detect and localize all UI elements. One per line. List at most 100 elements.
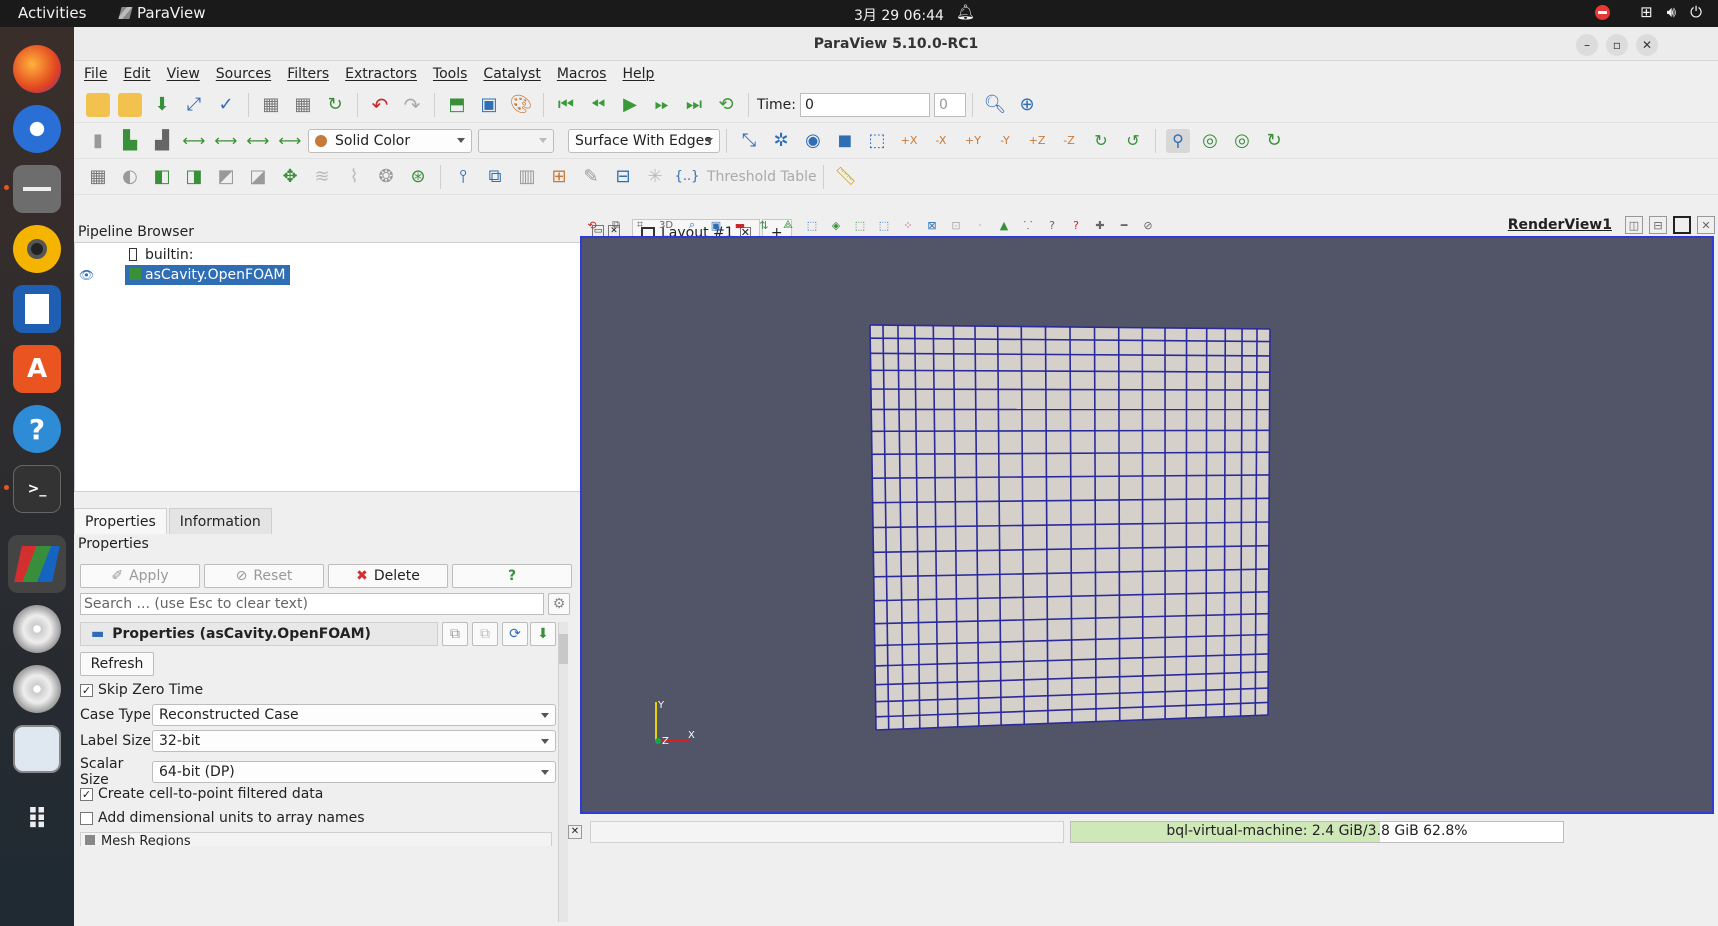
menu-file[interactable]: File (84, 66, 107, 82)
python-calculator-icon[interactable]: ⊟ (611, 165, 635, 189)
pipeline-item-ascavity[interactable]: asCavity.OpenFOAM (125, 265, 290, 285)
find-data-icon[interactable]: ⬒ (445, 93, 469, 117)
recent-files-icon[interactable] (118, 92, 142, 117)
open-icon[interactable] (86, 92, 110, 117)
menu-sources[interactable]: Sources (216, 66, 271, 82)
refresh-button[interactable]: Refresh (80, 652, 154, 676)
hover-cells-icon[interactable]: ⊠ (923, 216, 941, 234)
disc-icon[interactable] (13, 665, 61, 713)
redo-icon[interactable]: ↷ (400, 93, 424, 117)
do-not-disturb-icon[interactable] (1595, 4, 1611, 20)
plus-icon[interactable]: ✚ (1091, 216, 1109, 234)
last-frame-icon[interactable]: ⏭ (682, 93, 706, 117)
timestep-spinbox[interactable]: 0 (933, 92, 966, 117)
checkbox-unchecked[interactable] (80, 811, 93, 825)
component-select[interactable] (478, 128, 554, 153)
split-view-icon[interactable]: ⧉ (607, 216, 625, 234)
copy-icon[interactable]: ⧉ (442, 622, 468, 646)
coloring-select[interactable]: Solid Color (308, 128, 472, 153)
scrollbar-thumb[interactable] (559, 634, 568, 664)
plot-selection-icon[interactable]: ⊞ (547, 165, 571, 189)
plot-over-line-icon[interactable]: ⧉ (483, 165, 507, 189)
select-blocks-icon[interactable]: ◈ (827, 216, 845, 234)
scalar-size-select[interactable]: 64-bit (DP) (152, 761, 556, 783)
interactive-select-cells-icon[interactable]: ⬚ (851, 216, 869, 234)
rescale-visible-icon[interactable]: ⟷ (214, 129, 238, 153)
rescale-over-time-icon[interactable]: ⟷ (278, 129, 302, 153)
stream-tracer-icon[interactable]: ≋ (310, 165, 334, 189)
capture-view-icon[interactable]: ⟲ (583, 216, 601, 234)
loop-icon[interactable]: ⟲ (714, 93, 738, 117)
show-apps-icon[interactable]: ⠿ (13, 795, 61, 843)
pipeline-item-builtin[interactable]: builtin: (129, 245, 194, 265)
paste-icon[interactable]: ⧉ (472, 622, 498, 646)
clear-selection-icon[interactable]: ⊡ (947, 216, 965, 234)
select-cells-on-icon[interactable]: ▣ (707, 216, 725, 234)
case-type-select[interactable]: Reconstructed Case (152, 704, 556, 726)
close-button[interactable]: ✕ (1636, 34, 1658, 56)
terminal-icon[interactable]: >_ (13, 465, 61, 513)
rescale-temporal-icon[interactable]: ⟷ (246, 129, 270, 153)
rotate-90-cw-icon[interactable]: ↻ (1089, 129, 1113, 153)
reset-button[interactable]: ⊘ Reset (204, 564, 324, 588)
mesh-regions-section[interactable]: Mesh Regions (80, 832, 552, 846)
disconnect-icon[interactable]: ▦ (291, 93, 315, 117)
edit-color-map-icon[interactable]: ▙ (118, 129, 142, 153)
power-icon[interactable]: ⏻ (1690, 3, 1702, 21)
view-3d-button[interactable]: 3D (655, 216, 677, 234)
bell-icon[interactable]: 🔔︎ (956, 3, 975, 21)
play-icon[interactable]: ▶ (618, 93, 642, 117)
view-plus-z-icon[interactable]: +Z (1025, 129, 1049, 153)
reset-range-icon[interactable]: ▟ (150, 129, 174, 153)
save-defaults-icon[interactable]: ⬇ (530, 622, 556, 646)
threshold-table-label[interactable]: Threshold Table (707, 169, 817, 185)
rescale-custom-icon[interactable]: ⟷ (182, 129, 206, 153)
help-button[interactable]: ? (452, 564, 572, 588)
split-vertical-icon[interactable]: ⊟ (1649, 216, 1667, 234)
select-polygon-icon[interactable]: ⬚ (803, 216, 821, 234)
next-frame-icon[interactable]: ⏩︎ (650, 93, 674, 117)
files-icon[interactable] (13, 165, 61, 213)
slice-icon[interactable]: ◨ (182, 165, 206, 189)
annotate-time-icon[interactable]: ✎ (579, 165, 603, 189)
pick-center-icon[interactable]: ◎ (1230, 129, 1254, 153)
extract-selection-icon[interactable]: ? (1067, 216, 1085, 234)
minimize-button[interactable]: – (1576, 34, 1598, 56)
app-menu[interactable]: ParaView (118, 4, 206, 22)
show-center-icon[interactable]: ⚲ (1166, 128, 1190, 153)
properties-section-header[interactable]: ▬ Properties (asCavity.OpenFOAM) (80, 622, 438, 646)
time-input[interactable]: 0 (799, 92, 930, 117)
previous-frame-icon[interactable]: ⏪︎ (586, 93, 610, 117)
refresh-icon[interactable]: ⟳ (502, 622, 528, 646)
help-icon[interactable]: ? (13, 405, 61, 453)
menu-tools[interactable]: Tools (433, 66, 468, 82)
dimensional-units-row[interactable]: Add dimensional units to array names (80, 810, 365, 826)
warp-vector-icon[interactable]: ⌇ (342, 165, 366, 189)
disc-icon[interactable] (13, 605, 61, 653)
query-icon[interactable]: ? (1043, 216, 1061, 234)
representation-select[interactable]: Surface With Edges (568, 128, 720, 153)
menu-macros[interactable]: Macros (557, 66, 607, 82)
minus-icon[interactable]: ━ (1115, 216, 1133, 234)
menu-view[interactable]: View (167, 66, 200, 82)
pipeline-browser[interactable]: builtin: 👁︎ asCavity.OpenFOAM (74, 242, 626, 492)
split-horizontal-icon[interactable]: ◫ (1625, 216, 1643, 234)
threshold-icon[interactable]: ◩ (214, 165, 238, 189)
extract-subset-icon[interactable]: ◪ (246, 165, 270, 189)
menu-edit[interactable]: Edit (123, 66, 150, 82)
view-plus-y-icon[interactable]: +Y (961, 129, 985, 153)
menu-catalyst[interactable]: Catalyst (483, 66, 540, 82)
network-icon[interactable]: ⊞ (1640, 3, 1653, 21)
save-data-icon[interactable]: ⬇ (150, 93, 174, 117)
drive-icon[interactable] (13, 725, 61, 773)
select-points-on-icon[interactable]: ▬ (731, 216, 749, 234)
glyph-icon[interactable]: ✥ (278, 165, 302, 189)
interactive-select-points-icon[interactable]: ⬚ (875, 216, 893, 234)
connect-icon[interactable]: ▦ (259, 93, 283, 117)
maximize-view-icon[interactable] (1673, 216, 1691, 234)
render-canvas[interactable]: Y Z X (582, 238, 1712, 812)
label-size-select[interactable]: 32-bit (152, 730, 556, 752)
paraview-dock-icon[interactable] (8, 535, 66, 593)
first-frame-icon[interactable]: ⏮ (554, 93, 578, 117)
undo-icon[interactable]: ↶ (368, 93, 392, 117)
